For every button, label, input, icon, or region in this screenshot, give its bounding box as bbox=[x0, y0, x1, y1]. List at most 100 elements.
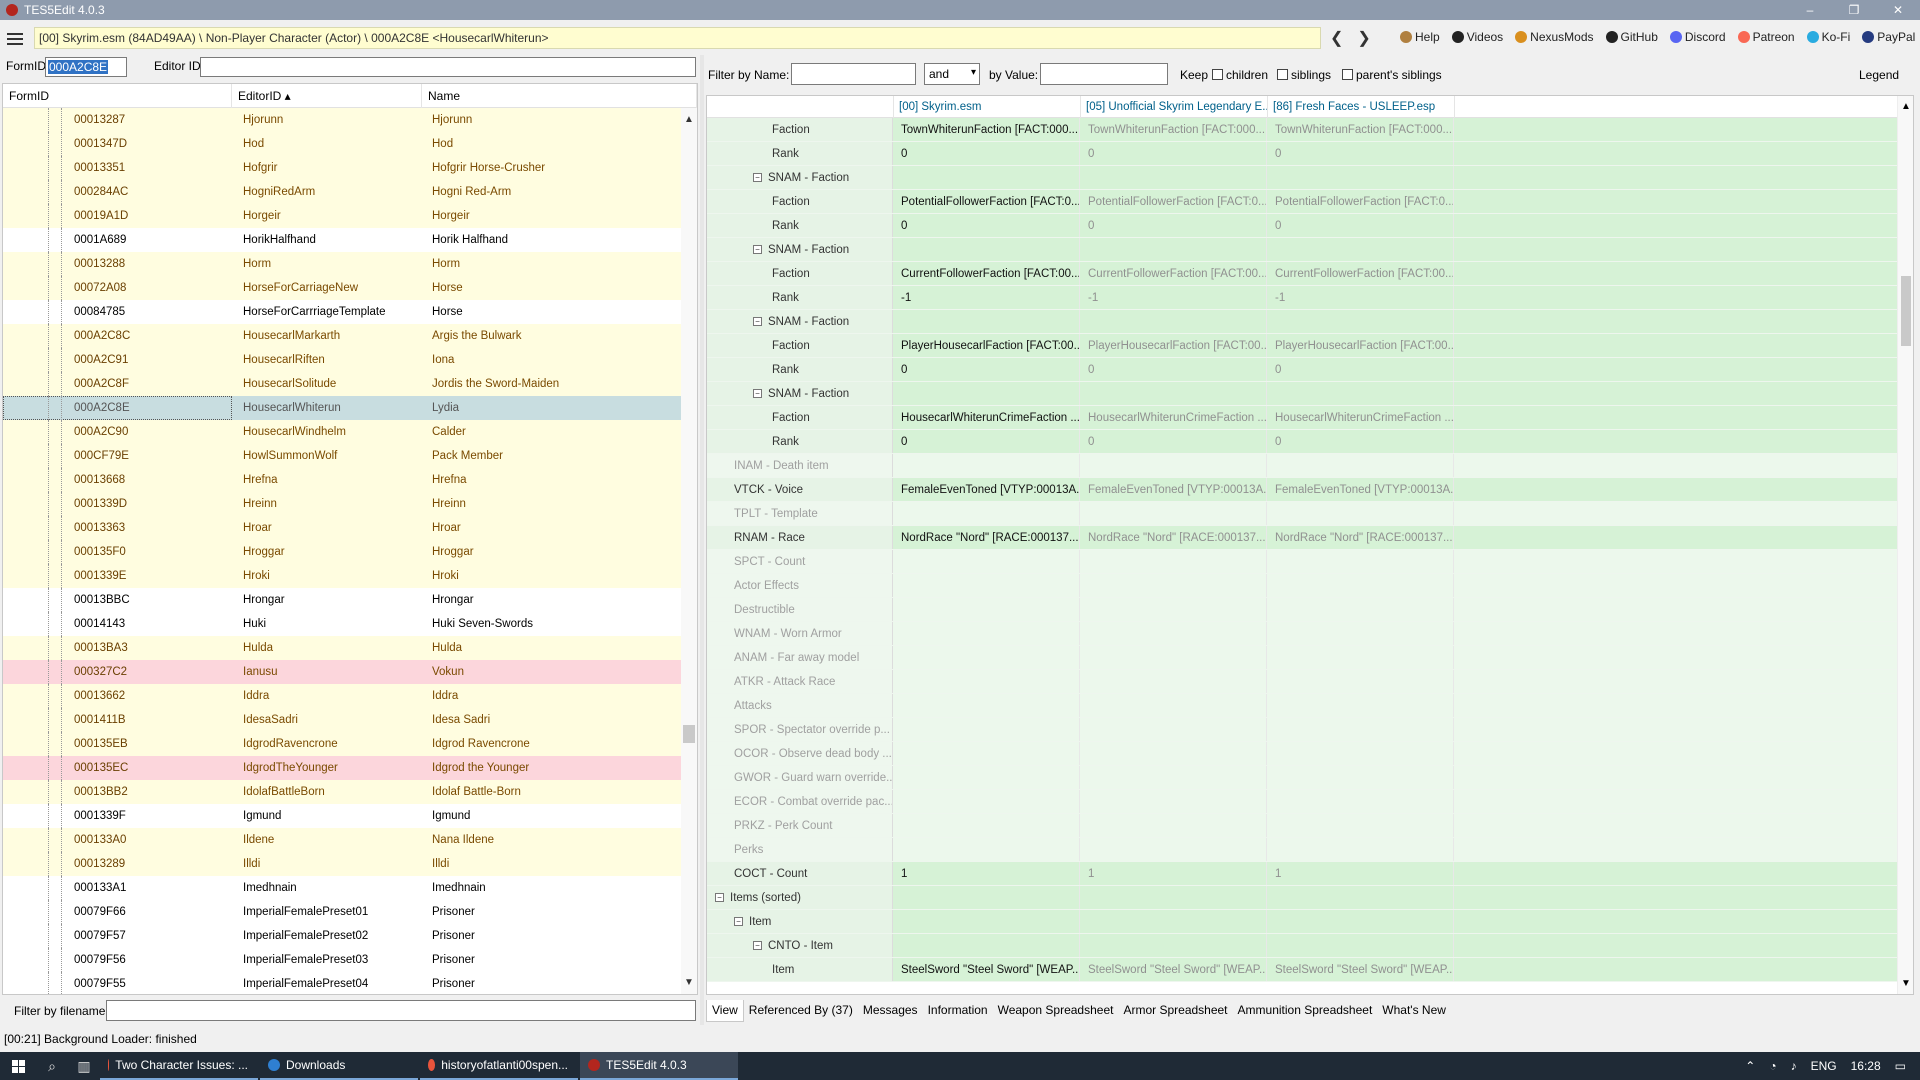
element-value[interactable]: 1 bbox=[1080, 862, 1267, 885]
collapse-icon[interactable]: − bbox=[715, 893, 724, 902]
table-row[interactable]: 0001339F Igmund Igmund bbox=[3, 804, 681, 828]
element-value[interactable]: SteelSword "Steel Sword" [WEAP... bbox=[1080, 958, 1267, 981]
record-element-row[interactable]: − Items (sorted) bbox=[707, 886, 1897, 910]
element-value[interactable] bbox=[893, 742, 1080, 765]
record-element-row[interactable]: − SNAM - Faction bbox=[707, 166, 1897, 190]
element-value[interactable] bbox=[1267, 910, 1454, 933]
element-value[interactable] bbox=[1080, 382, 1267, 405]
table-row[interactable]: 000135EB IdgrodRavencrone Idgrod Ravencron… bbox=[3, 732, 681, 756]
table-row[interactable]: 00079F56 ImperialFemalePreset03 Prisoner bbox=[3, 948, 681, 972]
column-formid[interactable]: FormID bbox=[3, 84, 232, 108]
table-row[interactable]: 00072A08 HorseForCarriageNew Horse bbox=[3, 276, 681, 300]
language-indicator[interactable]: ENG bbox=[1811, 1059, 1837, 1073]
column-fresh-faces[interactable]: [86] Fresh Faces - USLEEP.esp bbox=[1268, 96, 1455, 118]
element-value[interactable]: TownWhiterunFaction [FACT:000... bbox=[1080, 118, 1267, 141]
tab-armor-spreadsheet[interactable]: Armor Spreadsheet bbox=[1118, 1000, 1232, 1022]
element-value[interactable] bbox=[1080, 166, 1267, 189]
element-value[interactable] bbox=[1080, 766, 1267, 789]
record-element-row[interactable]: SPCT - Count bbox=[707, 550, 1897, 574]
element-value[interactable] bbox=[1080, 454, 1267, 477]
record-element-row[interactable]: ECOR - Combat override pac... bbox=[707, 790, 1897, 814]
scroll-down-icon[interactable]: ▼ bbox=[684, 977, 694, 988]
panel-splitter[interactable] bbox=[700, 55, 704, 1025]
link-github[interactable]: GitHub bbox=[1605, 30, 1658, 44]
element-value[interactable]: 1 bbox=[1267, 862, 1454, 885]
record-element-row[interactable]: Destructible bbox=[707, 598, 1897, 622]
table-row[interactable]: 0001339E Hroki Hroki bbox=[3, 564, 681, 588]
element-value[interactable]: 0 bbox=[893, 430, 1080, 453]
element-value[interactable] bbox=[1267, 574, 1454, 597]
element-value[interactable] bbox=[893, 574, 1080, 597]
element-value[interactable]: 0 bbox=[893, 214, 1080, 237]
element-value[interactable] bbox=[1267, 502, 1454, 525]
record-element-row[interactable]: INAM - Death item bbox=[707, 454, 1897, 478]
table-row[interactable]: 00079F57 ImperialFemalePreset02 Prisoner bbox=[3, 924, 681, 948]
link-paypal[interactable]: PayPal bbox=[1862, 30, 1915, 44]
table-row[interactable]: 000A2C8E HousecarlWhiterun Lydia bbox=[3, 396, 681, 420]
record-element-row[interactable]: WNAM - Worn Armor bbox=[707, 622, 1897, 646]
clock[interactable]: 16:28 bbox=[1851, 1059, 1881, 1073]
element-value[interactable] bbox=[893, 550, 1080, 573]
keep-children-checkbox[interactable] bbox=[1212, 69, 1223, 80]
collapse-icon[interactable]: − bbox=[753, 245, 762, 254]
element-value[interactable] bbox=[893, 838, 1080, 861]
scroll-down-icon[interactable]: ▼ bbox=[1901, 978, 1911, 989]
record-element-row[interactable]: ATKR - Attack Race bbox=[707, 670, 1897, 694]
element-value[interactable] bbox=[893, 790, 1080, 813]
element-value[interactable] bbox=[893, 670, 1080, 693]
volume-icon[interactable]: ♪ bbox=[1791, 1059, 1797, 1073]
record-element-row[interactable]: SPOR - Spectator override p... bbox=[707, 718, 1897, 742]
element-value[interactable] bbox=[1267, 718, 1454, 741]
table-row[interactable]: 000133A1 Imedhnain Imedhnain bbox=[3, 876, 681, 900]
element-value[interactable]: FemaleEvenToned [VTYP:00013A... bbox=[1267, 478, 1454, 501]
legend-button[interactable]: Legend bbox=[1859, 68, 1899, 82]
filter-operator-select[interactable]: and bbox=[924, 63, 980, 85]
record-element-row[interactable]: Faction PlayerHousecarlFaction [FACT:00..… bbox=[707, 334, 1897, 358]
table-row[interactable]: 00013BB2 IdolafBattleBorn Idolaf Battle-Bo… bbox=[3, 780, 681, 804]
scroll-up-icon[interactable]: ▲ bbox=[1901, 101, 1911, 112]
start-button[interactable] bbox=[0, 1052, 36, 1080]
element-value[interactable] bbox=[1267, 238, 1454, 261]
tab-weapon-spreadsheet[interactable]: Weapon Spreadsheet bbox=[993, 1000, 1119, 1022]
record-element-row[interactable]: TPLT - Template bbox=[707, 502, 1897, 526]
scroll-thumb[interactable] bbox=[1901, 276, 1911, 346]
link-patreon[interactable]: Patreon bbox=[1737, 30, 1795, 44]
column-name[interactable]: Name bbox=[422, 84, 697, 108]
link-nexusmods[interactable]: NexusMods bbox=[1515, 30, 1594, 44]
table-row[interactable]: 00013BA3 Hulda Hulda bbox=[3, 636, 681, 660]
record-element-row[interactable]: Rank 0 0 0 bbox=[707, 142, 1897, 166]
element-value[interactable] bbox=[1267, 886, 1454, 909]
element-value[interactable]: CurrentFollowerFaction [FACT:00... bbox=[893, 262, 1080, 285]
close-button[interactable]: ✕ bbox=[1876, 0, 1920, 20]
element-value[interactable] bbox=[893, 238, 1080, 261]
record-element-row[interactable]: Actor Effects bbox=[707, 574, 1897, 598]
element-value[interactable] bbox=[893, 910, 1080, 933]
element-value[interactable]: SteelSword "Steel Sword" [WEAP... bbox=[1267, 958, 1454, 981]
element-value[interactable] bbox=[893, 646, 1080, 669]
taskbar-task[interactable]: TES5Edit 4.0.3 bbox=[580, 1052, 738, 1080]
table-row[interactable]: 000133A0 Ildene Nana Ildene bbox=[3, 828, 681, 852]
element-value[interactable] bbox=[1080, 910, 1267, 933]
element-value[interactable] bbox=[893, 766, 1080, 789]
editorid-input[interactable] bbox=[200, 57, 696, 77]
record-element-row[interactable]: Item SteelSword "Steel Sword" [WEAP... Ste… bbox=[707, 958, 1897, 982]
element-value[interactable] bbox=[1267, 646, 1454, 669]
keep-parents-siblings-checkbox[interactable] bbox=[1342, 69, 1353, 80]
table-row[interactable]: 00079F66 ImperialFemalePreset01 Prisoner bbox=[3, 900, 681, 924]
record-element-row[interactable]: RNAM - Race NordRace "Nord" [RACE:000137.… bbox=[707, 526, 1897, 550]
table-row[interactable]: 00014143 Huki Huki Seven-Swords bbox=[3, 612, 681, 636]
element-value[interactable] bbox=[1267, 454, 1454, 477]
element-value[interactable] bbox=[1267, 622, 1454, 645]
table-row[interactable]: 00013BBC Hrongar Hrongar bbox=[3, 588, 681, 612]
table-row[interactable]: 00013287 Hjorunn Hjorunn bbox=[3, 108, 681, 132]
record-element-row[interactable]: GWOR - Guard warn override... bbox=[707, 766, 1897, 790]
element-value[interactable]: 0 bbox=[1267, 214, 1454, 237]
search-icon[interactable]: ⌕ bbox=[36, 1052, 68, 1080]
record-element-row[interactable]: PRKZ - Perk Count bbox=[707, 814, 1897, 838]
element-value[interactable] bbox=[893, 166, 1080, 189]
element-value[interactable] bbox=[1267, 742, 1454, 765]
link-discord[interactable]: Discord bbox=[1669, 30, 1726, 44]
table-row[interactable]: 000A2C8F HousecarlSolitude Jordis the Swor… bbox=[3, 372, 681, 396]
table-row[interactable]: 0001A689 HorikHalfhand Horik Halfhand bbox=[3, 228, 681, 252]
formid-input[interactable]: 000A2C8E bbox=[45, 57, 127, 77]
